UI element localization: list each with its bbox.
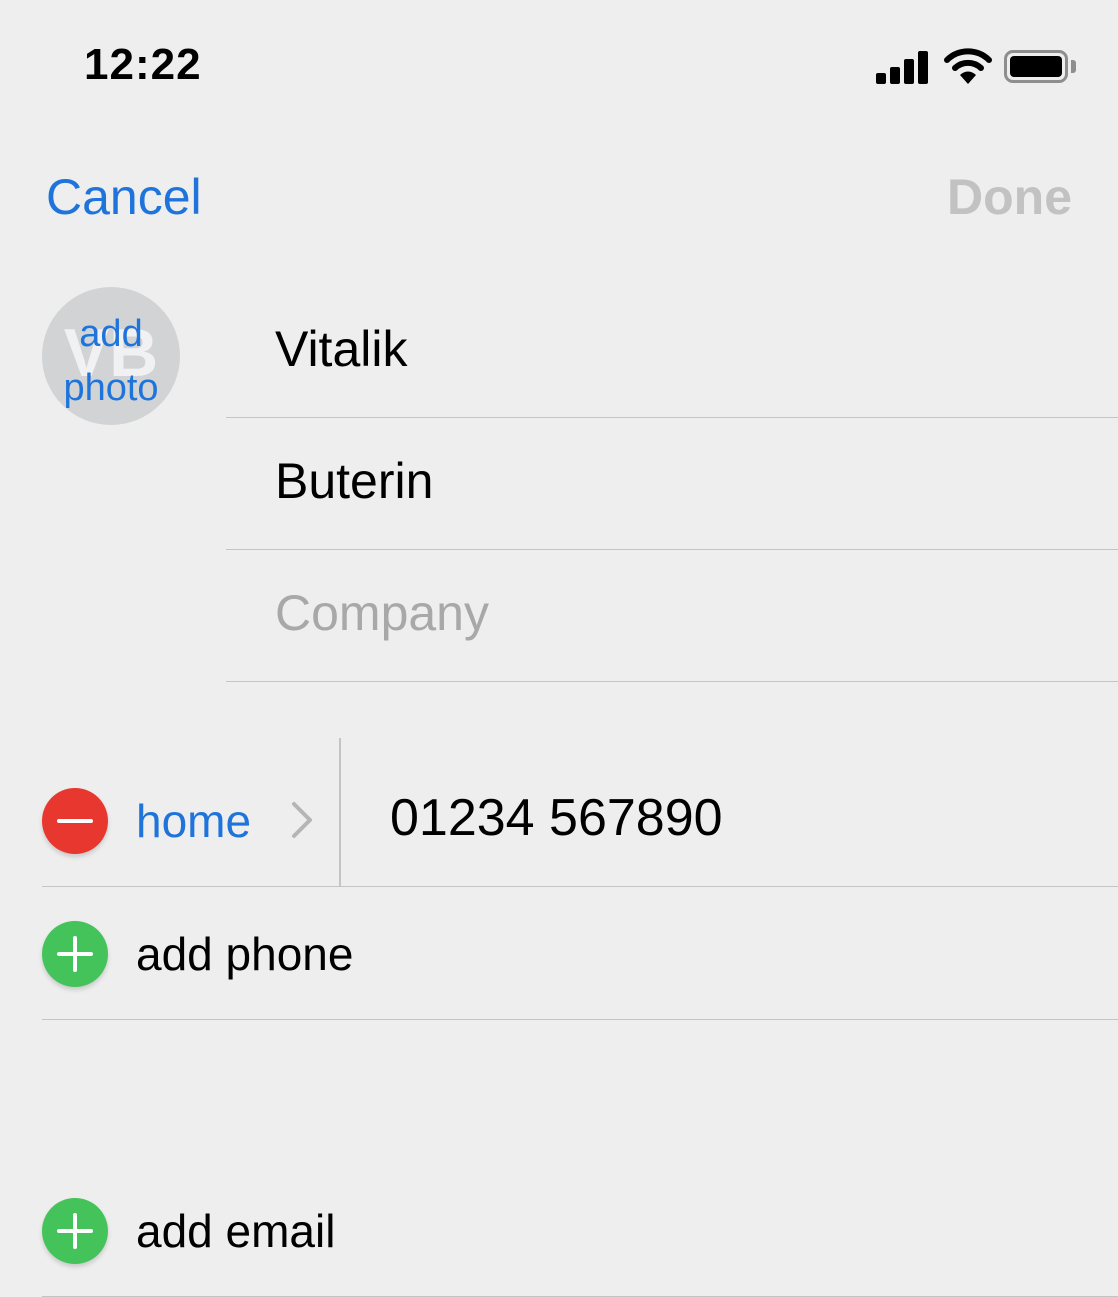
phone-type-label[interactable]: home [136, 794, 251, 848]
battery-tip [1071, 60, 1076, 73]
last-name-value: Buterin [275, 453, 434, 509]
chevron-right-icon[interactable] [288, 800, 316, 840]
phone-number-input[interactable]: 01234 567890 [390, 788, 723, 848]
add-photo-line-2: photo [63, 367, 159, 409]
cancel-button[interactable]: Cancel [46, 168, 202, 226]
add-phone-label: add phone [136, 928, 354, 980]
phone-divider [339, 738, 341, 886]
add-email-row[interactable]: add email [42, 1164, 1118, 1297]
last-name-field[interactable]: Buterin [226, 418, 1118, 550]
wifi-icon [944, 48, 992, 84]
done-button[interactable]: Done [947, 168, 1072, 226]
remove-phone-button[interactable] [42, 788, 108, 854]
add-photo-line-1: add [79, 313, 143, 355]
add-photo-button[interactable]: VB add photo [42, 287, 180, 425]
add-email-label: add email [136, 1205, 336, 1257]
add-email-button[interactable] [42, 1198, 108, 1264]
add-photo-label: add photo [42, 307, 180, 415]
cellular-signal-icon [876, 50, 930, 84]
status-time: 12:22 [84, 40, 202, 89]
company-field[interactable]: Company [226, 550, 1118, 682]
battery-icon [1004, 50, 1068, 83]
first-name-value: Vitalik [275, 321, 408, 377]
company-placeholder: Company [275, 585, 489, 641]
add-phone-button[interactable] [42, 921, 108, 987]
phone-row: home 01234 567890 [42, 738, 1118, 887]
first-name-field[interactable]: Vitalik [226, 286, 1118, 418]
add-phone-row[interactable]: add phone [42, 887, 1118, 1020]
